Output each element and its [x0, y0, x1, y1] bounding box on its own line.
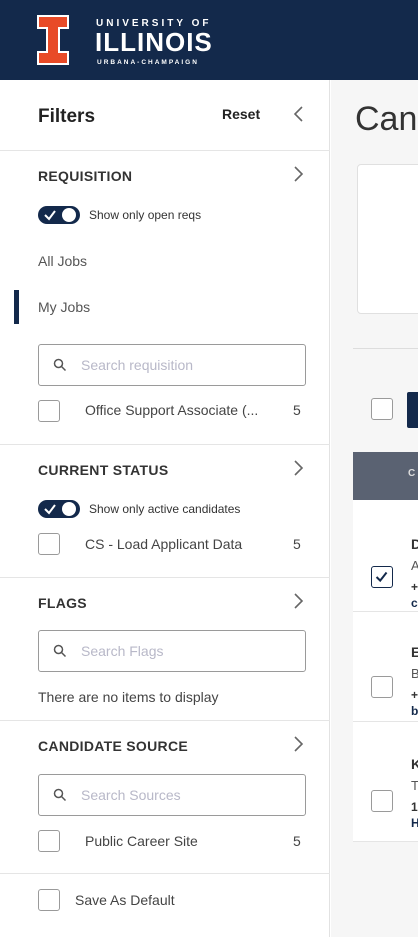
active-candidates-label: Show only active candidates [89, 502, 241, 516]
toggle-knob [62, 502, 76, 516]
active-indicator [14, 290, 19, 324]
section-title-candidate-source: CANDIDATE SOURCE [38, 738, 188, 754]
filters-sidebar: Filters Reset REQUISITION Show only open… [0, 80, 330, 937]
check-icon [44, 210, 56, 221]
checkbox-cs-load-applicant-data[interactable] [38, 533, 60, 555]
row-name: D [411, 536, 418, 552]
divider [0, 873, 330, 874]
item-label-public-career-site: Public Career Site [85, 833, 198, 849]
table-header: C [353, 452, 418, 500]
search-sources-input[interactable] [81, 783, 296, 807]
page-title: Can [355, 100, 418, 138]
section-title-flags: FLAGS [38, 595, 87, 611]
table-row[interactable]: E B + b [353, 612, 418, 722]
divider [353, 348, 418, 349]
open-reqs-toggle[interactable] [38, 206, 80, 224]
summary-card [357, 164, 418, 314]
search-requisition-box [38, 344, 306, 386]
search-flags-box [38, 630, 306, 672]
divider [0, 720, 330, 721]
checkbox-public-career-site[interactable] [38, 830, 60, 852]
select-all-checkbox[interactable] [371, 398, 393, 420]
nav-link-my-jobs[interactable]: My Jobs [38, 299, 90, 315]
row-link[interactable]: c [411, 596, 418, 610]
save-as-default-label: Save As Default [75, 892, 175, 908]
row-subtitle: A [411, 558, 418, 573]
flags-empty-message: There are no items to display [38, 689, 219, 705]
candidate-source-chevron-right-icon[interactable] [292, 735, 304, 753]
row-link[interactable]: H [411, 816, 418, 830]
section-title-current-status: CURRENT STATUS [38, 462, 169, 478]
row-subtitle: B [411, 666, 418, 681]
row-name: K [411, 756, 418, 772]
checkbox-save-as-default[interactable] [38, 889, 60, 911]
logo-illinois: ILLINOIS [95, 27, 213, 57]
filters-title: Filters [38, 106, 96, 127]
table-header-label: C [408, 468, 416, 479]
search-icon [53, 358, 67, 372]
nav-link-all-jobs[interactable]: All Jobs [38, 253, 87, 269]
item-count-public-career-site: 5 [293, 833, 301, 849]
item-label-cs-load-applicant-data: CS - Load Applicant Data [85, 536, 243, 552]
current-status-chevron-right-icon[interactable] [292, 459, 304, 477]
row-detail: 1 [411, 800, 418, 814]
item-count-cs-load-applicant-data: 5 [293, 536, 301, 552]
search-flags-input[interactable] [81, 639, 296, 663]
table-row[interactable]: K T 1 H [353, 722, 418, 842]
collapse-panel-chevron-left-icon[interactable] [292, 104, 306, 124]
item-label-office-support-associate: Office Support Associate (... [85, 402, 259, 418]
check-icon [375, 571, 388, 583]
search-sources-box [38, 774, 306, 816]
checkbox-office-support-associate[interactable] [38, 400, 60, 422]
logo-urbana-champaign: URBANA-CHAMPAIGN [97, 59, 199, 66]
main-content: Can C D A + c E B + b K T 1 H [331, 80, 418, 937]
toggle-knob [62, 208, 76, 222]
top-header: UNIVERSITY OF ILLINOIS URBANA-CHAMPAIGN [0, 0, 418, 80]
section-title-requisition: REQUISITION [38, 168, 133, 184]
table-row[interactable]: D A + c [353, 500, 418, 612]
divider [0, 444, 330, 445]
row-name: E [411, 644, 418, 660]
row-checkbox[interactable] [371, 566, 393, 588]
item-count-office-support-associate: 5 [293, 402, 301, 418]
row-checkbox[interactable] [371, 790, 393, 812]
row-link[interactable]: b [411, 704, 418, 718]
block-i-logo-icon [37, 15, 69, 65]
requisition-chevron-right-icon[interactable] [292, 165, 304, 183]
reset-button[interactable]: Reset [222, 106, 260, 122]
divider [0, 150, 330, 151]
check-icon [44, 504, 56, 515]
divider [0, 577, 330, 578]
row-detail: + [411, 580, 418, 594]
action-button[interactable] [407, 392, 418, 428]
active-candidates-toggle[interactable] [38, 500, 80, 518]
search-icon [53, 644, 67, 658]
row-detail: + [411, 688, 418, 702]
search-icon [53, 788, 67, 802]
flags-chevron-right-icon[interactable] [292, 592, 304, 610]
row-subtitle: T [411, 778, 418, 793]
row-checkbox[interactable] [371, 676, 393, 698]
open-reqs-label: Show only open reqs [89, 208, 202, 222]
search-requisition-input[interactable] [81, 353, 296, 377]
